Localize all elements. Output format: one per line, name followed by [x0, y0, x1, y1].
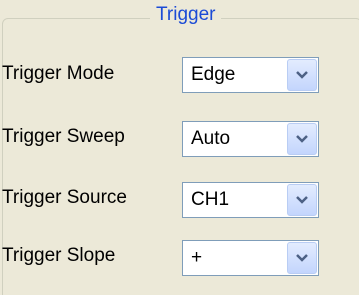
trigger-mode-value: Edge [191, 64, 236, 85]
trigger-sweep-dropdown-button[interactable] [287, 123, 317, 155]
chevron-down-icon [296, 254, 308, 262]
trigger-mode-label: Trigger Mode [2, 63, 115, 84]
trigger-mode-select[interactable]: Edge [182, 57, 319, 93]
chevron-down-icon [296, 135, 308, 143]
group-title: Trigger [150, 3, 222, 27]
chevron-down-icon [296, 71, 308, 79]
trigger-source-select[interactable]: CH1 [182, 182, 319, 218]
trigger-slope-value: + [191, 247, 203, 268]
trigger-sweep-value: Auto [191, 128, 231, 149]
trigger-source-label: Trigger Source [2, 187, 127, 208]
trigger-slope-dropdown-button[interactable] [287, 242, 317, 274]
trigger-source-dropdown-button[interactable] [287, 184, 317, 216]
trigger-mode-dropdown-button[interactable] [287, 59, 317, 91]
trigger-panel: Trigger Trigger Mode Edge Trigger Sweep … [0, 0, 359, 295]
trigger-slope-label: Trigger Slope [2, 245, 116, 266]
trigger-slope-select[interactable]: + [182, 240, 319, 276]
trigger-source-value: CH1 [191, 189, 230, 210]
trigger-sweep-label: Trigger Sweep [2, 126, 125, 147]
trigger-sweep-select[interactable]: Auto [182, 121, 319, 157]
chevron-down-icon [296, 196, 308, 204]
